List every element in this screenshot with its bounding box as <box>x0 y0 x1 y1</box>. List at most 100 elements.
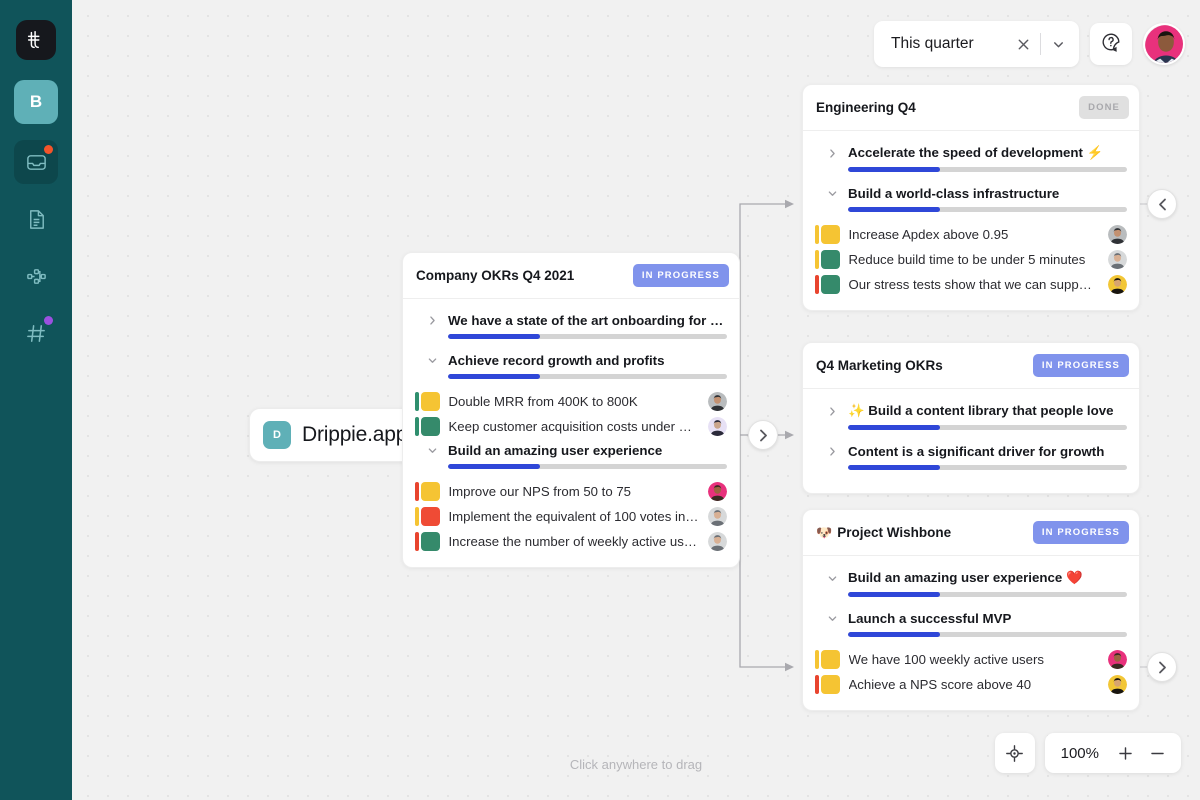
sidebar-item-map[interactable] <box>14 254 58 298</box>
chevron-down-icon[interactable] <box>825 573 839 584</box>
objective-label: Build an amazing user experience <box>448 443 663 458</box>
card-header: Company OKRs Q4 2021 IN PROGRESS <box>403 253 739 299</box>
key-result-owner-avatar[interactable] <box>1108 225 1127 244</box>
key-result-row[interactable]: Double MRR from 400K to 800K <box>415 389 727 414</box>
objective-progress-bar <box>448 334 727 339</box>
objective-progress-bar <box>848 425 1127 430</box>
sidebar-item-documents[interactable] <box>14 197 58 241</box>
progress-square-icon <box>420 507 440 526</box>
collapse-engineering-card-button[interactable] <box>1147 189 1177 219</box>
okr-card-project-wishbone[interactable]: 🐶 Project Wishbone IN PROGRESS Build an ama… <box>802 509 1140 711</box>
confidence-bar-icon <box>815 250 819 269</box>
close-icon[interactable] <box>1008 29 1038 59</box>
progress-fill <box>848 207 941 212</box>
key-result-status-swatch <box>415 482 440 501</box>
okr-card-engineering-q4[interactable]: Engineering Q4 DONE Accelerate the speed o… <box>802 84 1140 311</box>
progress-fill <box>848 632 941 637</box>
key-result-row[interactable]: Implement the equivalent of 100 votes in… <box>415 504 727 529</box>
objective-row[interactable]: Build an amazing user experience <box>415 439 727 469</box>
objective-row[interactable]: Content is a significant driver for grow… <box>815 440 1127 470</box>
chevron-down-icon[interactable] <box>425 355 439 366</box>
card-title-label: Engineering Q4 <box>816 100 916 115</box>
card-body: ✨ Build a content library that people lo… <box>803 389 1139 493</box>
key-result-label: Implement the equivalent of 100 votes in… <box>448 509 700 524</box>
chevron-right-icon[interactable] <box>825 148 839 159</box>
chevron-right-icon[interactable] <box>425 315 439 326</box>
progress-fill <box>848 167 941 172</box>
zoom-controls: 100% <box>994 733 1181 773</box>
card-header: 🐶 Project Wishbone IN PROGRESS <box>803 510 1139 556</box>
chevron-down-icon[interactable] <box>425 445 439 456</box>
sidebar-item-inbox[interactable] <box>14 140 58 184</box>
key-result-owner-avatar[interactable] <box>708 532 727 551</box>
objective-label: ✨ Build a content library that people lo… <box>848 403 1114 418</box>
help-button[interactable] <box>1090 23 1132 65</box>
expand-wishbone-card-button[interactable] <box>1147 652 1177 682</box>
key-result-status-swatch <box>415 392 440 411</box>
zoom-out-button[interactable] <box>1143 739 1171 767</box>
expand-right-node-button[interactable] <box>748 420 778 450</box>
okr-map-canvas[interactable]: D Drippie.app Company OKRs Q4 2021 IN PRO… <box>72 0 1200 800</box>
zoom-in-button[interactable] <box>1111 739 1139 767</box>
key-result-label: Double MRR from 400K to 800K <box>448 394 638 409</box>
workspace-switcher[interactable]: B <box>14 80 58 124</box>
card-header: Q4 Marketing OKRs IN PROGRESS <box>803 343 1139 389</box>
key-result-row[interactable]: Achieve a NPS score above 40 <box>815 672 1127 697</box>
key-result-row[interactable]: Our stress tests show that we can suppor… <box>815 272 1127 297</box>
sidebar-item-channels[interactable] <box>14 311 58 355</box>
root-node-initial: D <box>273 429 281 441</box>
key-result-owner-avatar[interactable] <box>1108 250 1127 269</box>
key-result-owner-avatar[interactable] <box>708 417 727 436</box>
objective-row[interactable]: Build an amazing user experience ❤️ <box>815 566 1127 597</box>
key-result-status-swatch <box>815 650 840 669</box>
chevron-down-icon[interactable] <box>825 188 839 199</box>
key-result-row[interactable]: Increase Apdex above 0.95 <box>815 222 1127 247</box>
chevron-right-icon[interactable] <box>825 446 839 457</box>
progress-square-icon <box>820 225 840 244</box>
chevron-right-icon[interactable] <box>825 406 839 417</box>
user-avatar[interactable] <box>1143 23 1185 65</box>
key-result-owner-avatar[interactable] <box>708 392 727 411</box>
key-result-row[interactable]: We have 100 weekly active users <box>815 647 1127 672</box>
timeframe-filter[interactable]: This quarter <box>874 21 1079 67</box>
key-result-row[interactable]: Reduce build time to be under 5 minutes <box>815 247 1127 272</box>
confidence-bar-icon <box>415 482 419 501</box>
key-result-label: Reduce build time to be under 5 minutes <box>848 252 1086 267</box>
confidence-bar-icon <box>415 507 419 526</box>
app-logo-icon[interactable] <box>16 20 56 60</box>
key-result-row[interactable]: Improve our NPS from 50 to 75 <box>415 479 727 504</box>
progress-square-icon <box>420 392 440 411</box>
app-root: B D Drippie.app Company OKRs Q4 2021 IN … <box>0 0 1200 800</box>
okr-card-q4-marketing-okrs[interactable]: Q4 Marketing OKRs IN PROGRESS ✨ Build a co… <box>802 342 1140 494</box>
key-result-owner-avatar[interactable] <box>708 507 727 526</box>
chevron-down-icon[interactable] <box>825 613 839 624</box>
okr-card-company-okrs[interactable]: Company OKRs Q4 2021 IN PROGRESS We have a… <box>402 252 740 568</box>
confidence-bar-icon <box>815 225 819 244</box>
key-result-row[interactable]: Increase the number of weekly active use… <box>415 529 727 554</box>
key-result-owner-avatar[interactable] <box>708 482 727 501</box>
progress-fill <box>448 464 541 469</box>
status-badge: IN PROGRESS <box>1032 354 1129 377</box>
key-result-owner-avatar[interactable] <box>1108 275 1127 294</box>
objective-label: Launch a successful MVP <box>848 611 1012 626</box>
root-node-title: Drippie.app <box>302 423 408 446</box>
question-mark-icon <box>1100 31 1122 58</box>
objective-row[interactable]: Build a world-class infrastructure <box>815 182 1127 212</box>
objective-row[interactable]: Achieve record growth and profits <box>415 349 727 379</box>
confidence-bar-icon <box>815 675 819 694</box>
recenter-button[interactable] <box>994 733 1035 773</box>
objective-label: Build an amazing user experience ❤️ <box>848 570 1083 585</box>
objective-row[interactable]: ✨ Build a content library that people lo… <box>815 399 1127 430</box>
objective-row[interactable]: We have a state of the art onboarding fo… <box>415 309 727 339</box>
objective-progress-bar <box>848 207 1127 212</box>
key-result-owner-avatar[interactable] <box>1108 675 1127 694</box>
objective-row[interactable]: Accelerate the speed of development ⚡ <box>815 141 1127 172</box>
chevron-down-icon[interactable] <box>1043 29 1073 59</box>
key-result-owner-avatar[interactable] <box>1108 650 1127 669</box>
objective-row[interactable]: Launch a successful MVP <box>815 607 1127 637</box>
objective-progress-bar <box>848 592 1127 597</box>
key-result-row[interactable]: Keep customer acquisition costs under $5… <box>415 414 727 439</box>
objective-progress-bar <box>848 632 1127 637</box>
key-result-label: Improve our NPS from 50 to 75 <box>448 484 632 499</box>
objective-progress-bar <box>848 167 1127 172</box>
